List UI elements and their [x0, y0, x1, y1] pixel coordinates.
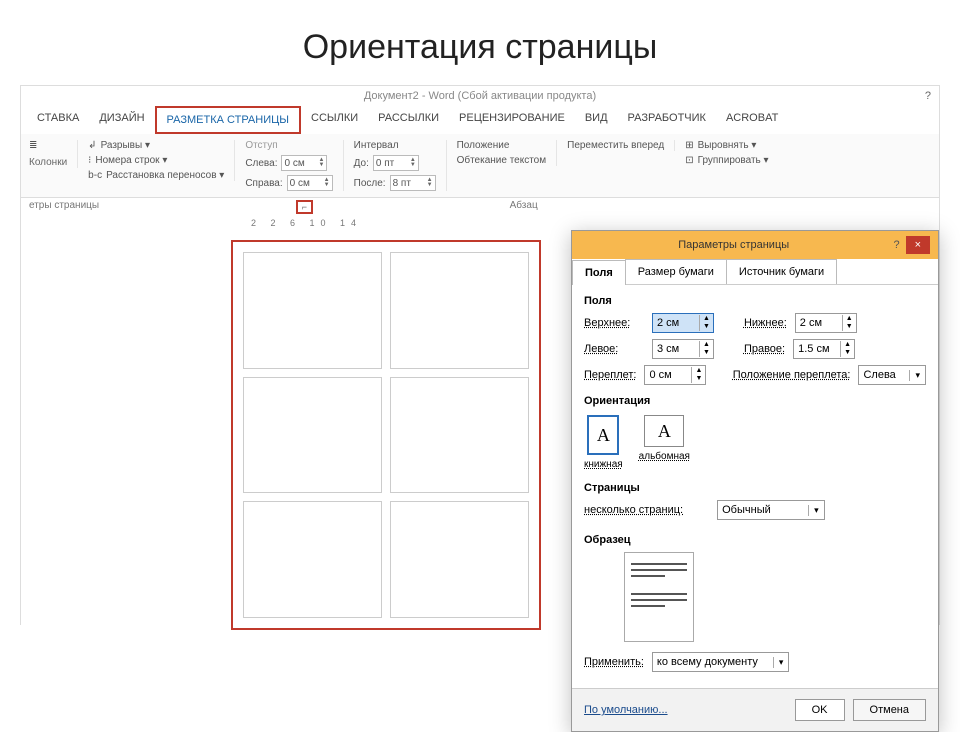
ok-button[interactable]: OK	[795, 699, 845, 721]
group-page-setup-label: етры страницы	[29, 200, 99, 214]
tab-mailings[interactable]: РАССЫЛКИ	[368, 106, 449, 134]
default-button[interactable]: По умолчанию...	[584, 704, 668, 716]
gutter-position-label: Положение переплета:	[733, 369, 851, 381]
tab-acrobat[interactable]: ACROBAT	[716, 106, 788, 134]
sample-section-title: Образец	[584, 534, 926, 546]
orientation-landscape-button[interactable]: A альбомная	[639, 415, 690, 470]
margin-bottom-label: Нижнее:	[744, 317, 787, 329]
indent-left-input[interactable]: 0 см▲▼	[281, 155, 327, 171]
fields-section-title: Поля	[584, 295, 926, 307]
tab-view[interactable]: ВИД	[575, 106, 618, 134]
window-title: Документ2 - Word (Сбой активации продукт…	[364, 90, 596, 102]
position-button[interactable]: Положение	[457, 140, 547, 151]
gutter-position-select[interactable]: Слева▾	[858, 365, 926, 385]
ribbon-tabs: СТАВКА ДИЗАЙН РАЗМЕТКА СТРАНИЦЫ ССЫЛКИ Р…	[21, 106, 939, 134]
margin-left-input[interactable]: 3 см▲▼	[652, 339, 714, 359]
align-button[interactable]: ⊞ Выровнять ▾	[685, 140, 768, 151]
indent-group-label: Отступ	[245, 140, 332, 151]
tab-insert[interactable]: СТАВКА	[27, 106, 89, 134]
dialog-tab-paper[interactable]: Размер бумаги	[625, 259, 727, 284]
tab-references[interactable]: ССЫЛКИ	[301, 106, 368, 134]
apply-to-select[interactable]: ко всему документу▾	[652, 652, 790, 672]
ruler: 2 2 6 10 14	[21, 216, 939, 230]
gutter-label: Переплет:	[584, 369, 636, 381]
breaks-icon: ↲	[88, 140, 96, 151]
orientation-portrait-button[interactable]: A книжная	[584, 415, 623, 470]
page-thumb[interactable]	[390, 377, 529, 494]
indent-left-label: Слева:	[245, 158, 277, 169]
multiple-pages-select[interactable]: Обычный▾	[717, 500, 825, 520]
chevron-down-icon: ▾	[909, 370, 925, 381]
interval-group-label: Интервал	[354, 140, 436, 151]
multiple-pages-label: несколько страниц:	[584, 504, 683, 516]
chevron-down-icon: ▾	[773, 657, 789, 668]
indent-right-label: Справа:	[245, 178, 282, 189]
gutter-input[interactable]: 0 см▲▼	[644, 365, 706, 385]
align-icon: ⊞	[685, 140, 693, 151]
spacing-before-label: До:	[354, 158, 369, 169]
line-numbers-icon: ⁝	[88, 155, 91, 166]
tab-developer[interactable]: РАЗРАБОТЧИК	[618, 106, 716, 134]
page-thumbnails	[231, 240, 541, 630]
margin-right-input[interactable]: 1.5 см▲▼	[793, 339, 855, 359]
ribbon-body: ≣ Колонки ↲ Разрывы ▾ ⁝ Номера строк ▾ b…	[21, 134, 939, 198]
page-thumb[interactable]	[243, 252, 382, 369]
window-help-icon[interactable]: ?	[925, 90, 931, 102]
indent-right-input[interactable]: 0 см▲▼	[287, 175, 333, 191]
tab-review[interactable]: РЕЦЕНЗИРОВАНИЕ	[449, 106, 575, 134]
spacing-before-input[interactable]: 0 пт▲▼	[373, 155, 419, 171]
group-paragraph-label: Абзац	[510, 200, 538, 214]
group-objects-button[interactable]: ⊡ Группировать ▾	[685, 155, 768, 166]
margin-top-input[interactable]: 2 см▲▼	[652, 313, 714, 333]
chevron-down-icon: ▾	[808, 505, 824, 516]
document-area: Параметры страницы ? × Поля Размер бумаг…	[21, 230, 939, 650]
bring-forward-button[interactable]: Переместить вперед	[567, 140, 664, 151]
apply-to-label: Применить:	[584, 656, 644, 668]
tab-design[interactable]: ДИЗАЙН	[89, 106, 154, 134]
group-icon: ⊡	[685, 155, 693, 166]
window-titlebar: Документ2 - Word (Сбой активации продукт…	[21, 86, 939, 106]
spacing-after-label: После:	[354, 178, 386, 189]
dialog-close-icon[interactable]: ×	[906, 236, 930, 254]
sample-preview	[624, 552, 694, 642]
margin-left-label: Левое:	[584, 343, 644, 355]
line-numbers-button[interactable]: ⁝ Номера строк ▾	[88, 155, 224, 166]
orientation-landscape-label: альбомная	[639, 451, 690, 462]
orientation-section-title: Ориентация	[584, 395, 926, 407]
wrap-text-button[interactable]: Обтекание текстом	[457, 155, 547, 166]
page-thumb[interactable]	[390, 252, 529, 369]
page-thumb[interactable]	[243, 501, 382, 618]
page-thumb[interactable]	[390, 501, 529, 618]
cancel-button[interactable]: Отмена	[853, 699, 926, 721]
tab-page-layout[interactable]: РАЗМЕТКА СТРАНИЦЫ	[155, 106, 301, 134]
page-thumb[interactable]	[243, 377, 382, 494]
dialog-tab-margins[interactable]: Поля	[572, 260, 626, 285]
columns-label[interactable]: Колонки	[29, 157, 67, 168]
dialog-tab-source[interactable]: Источник бумаги	[726, 259, 837, 284]
dialog-help-icon[interactable]: ?	[887, 236, 905, 254]
margin-right-label: Правое:	[744, 343, 785, 355]
page-setup-dialog: Параметры страницы ? × Поля Размер бумаг…	[571, 230, 939, 732]
slide-title: Ориентация страницы	[0, 0, 960, 85]
hyphenation-button[interactable]: b-c Расстановка переносов ▾	[88, 170, 224, 181]
spacing-after-input[interactable]: 8 пт▲▼	[390, 175, 436, 191]
columns-icon[interactable]: ≣	[29, 140, 37, 151]
orientation-portrait-label: книжная	[584, 459, 623, 470]
dialog-tabs: Поля Размер бумаги Источник бумаги	[572, 259, 938, 285]
margin-bottom-input[interactable]: 2 см▲▼	[795, 313, 857, 333]
margin-top-label: Верхнее:	[584, 317, 644, 329]
hyphenation-icon: b-c	[88, 170, 102, 181]
pages-section-title: Страницы	[584, 482, 926, 494]
page-setup-launcher[interactable]: ⌐	[296, 200, 313, 214]
dialog-title: Параметры страницы	[580, 239, 887, 251]
breaks-button[interactable]: ↲ Разрывы ▾	[88, 140, 224, 151]
word-window: Документ2 - Word (Сбой активации продукт…	[20, 85, 940, 625]
